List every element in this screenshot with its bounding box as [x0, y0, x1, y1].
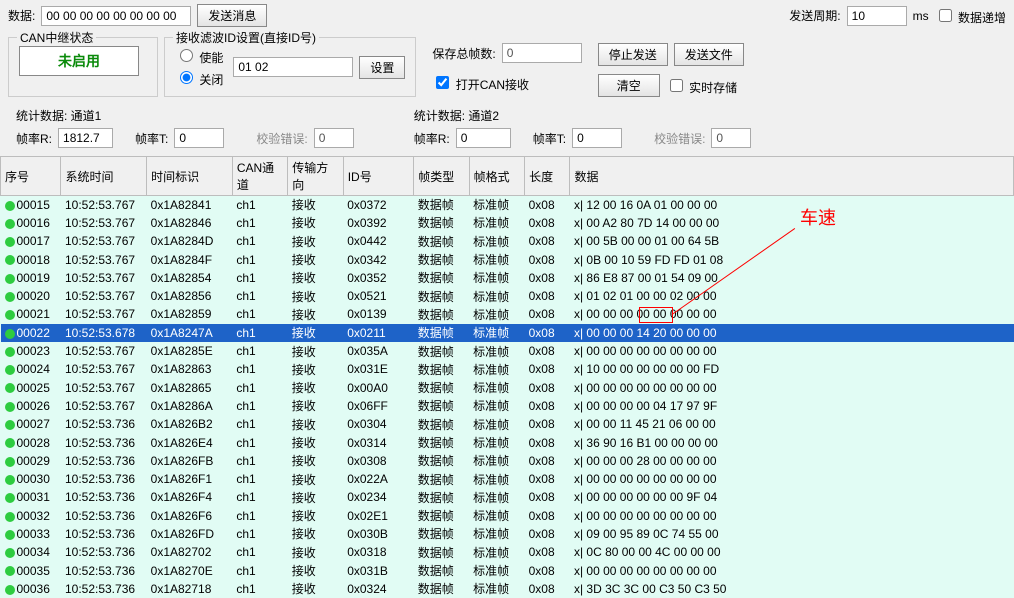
send-msg-button[interactable]: 发送消息 — [197, 4, 267, 27]
table-row[interactable]: 0002910:52:53.7360x1A826FBch1接收0x0308数据帧… — [1, 452, 1014, 470]
table-row[interactable]: 0002210:52:53.6780x1A8247Ach1接收0x0211数据帧… — [1, 324, 1014, 342]
table-row[interactable]: 0003010:52:53.7360x1A826F1ch1接收0x022A数据帧… — [1, 470, 1014, 488]
col-header[interactable]: 序号 — [1, 157, 61, 196]
table-row[interactable]: 0002510:52:53.7670x1A82865ch1接收0x00A0数据帧… — [1, 378, 1014, 396]
col-header[interactable]: ID号 — [343, 157, 414, 196]
col-header[interactable]: 时间标识 — [147, 157, 233, 196]
stats2-title: 统计数据: 通道2 — [414, 107, 752, 128]
table-row[interactable]: 0001810:52:53.7670x1A8284Fch1接收0x0342数据帧… — [1, 250, 1014, 268]
realtime-checkbox[interactable]: 实时存储 — [666, 76, 737, 96]
period-label: 发送周期: — [789, 7, 840, 24]
period-input[interactable] — [847, 6, 907, 26]
save-total-value — [502, 43, 582, 63]
send-file-button[interactable]: 发送文件 — [674, 43, 744, 66]
frame-table[interactable]: 序号系统时间时间标识CAN通道传输方向ID号帧类型帧格式长度数据 0001510… — [0, 156, 1014, 598]
col-header[interactable]: 帧格式 — [469, 157, 524, 196]
col-header[interactable]: 数据 — [570, 157, 1014, 196]
stats2-rate-t[interactable] — [572, 128, 622, 148]
table-row[interactable]: 0002810:52:53.7360x1A826E4ch1接收0x0314数据帧… — [1, 433, 1014, 451]
stop-send-button[interactable]: 停止发送 — [598, 43, 668, 66]
stats1-rate-r[interactable] — [58, 128, 113, 148]
table-row[interactable]: 0002610:52:53.7670x1A8286Ach1接收0x06FF数据帧… — [1, 397, 1014, 415]
filter-enable-radio[interactable]: 使能 — [175, 46, 223, 66]
stats1-chk — [314, 128, 354, 148]
table-row[interactable]: 0002110:52:53.7670x1A82859ch1接收0x0139数据帧… — [1, 305, 1014, 323]
ms-label: ms — [913, 9, 929, 23]
data-input[interactable] — [41, 6, 191, 26]
stats1-title: 统计数据: 通道1 — [16, 107, 354, 128]
clear-button[interactable]: 清空 — [598, 74, 660, 97]
table-row[interactable]: 0001910:52:53.7670x1A82854ch1接收0x0352数据帧… — [1, 269, 1014, 287]
table-row[interactable]: 0001610:52:53.7670x1A82846ch1接收0x0392数据帧… — [1, 214, 1014, 232]
filter-title: 接收滤波ID设置(直接ID号) — [173, 29, 319, 46]
table-row[interactable]: 0003510:52:53.7360x1A8270Ech1接收0x031B数据帧… — [1, 561, 1014, 579]
open-can-checkbox[interactable]: 打开CAN接收 — [432, 73, 529, 93]
table-row[interactable]: 0003210:52:53.7360x1A826F6ch1接收0x02E1数据帧… — [1, 507, 1014, 525]
col-header[interactable]: 系统时间 — [61, 157, 147, 196]
auto-inc-checkbox[interactable]: 数据递增 — [935, 6, 1006, 26]
table-row[interactable]: 0002010:52:53.7670x1A82856ch1接收0x0521数据帧… — [1, 287, 1014, 305]
save-total-label: 保存总帧数: — [432, 45, 495, 62]
table-row[interactable]: 0002410:52:53.7670x1A82863ch1接收0x031E数据帧… — [1, 360, 1014, 378]
table-row[interactable]: 0003410:52:53.7360x1A82702ch1接收0x0318数据帧… — [1, 543, 1014, 561]
col-header[interactable]: 帧类型 — [414, 157, 469, 196]
table-row[interactable]: 0002710:52:53.7360x1A826B2ch1接收0x0304数据帧… — [1, 415, 1014, 433]
col-header[interactable]: 长度 — [525, 157, 570, 196]
table-row[interactable]: 0003110:52:53.7360x1A826F4ch1接收0x0234数据帧… — [1, 488, 1014, 506]
table-row[interactable]: 0001710:52:53.7670x1A8284Dch1接收0x0442数据帧… — [1, 232, 1014, 250]
table-row[interactable]: 0003310:52:53.7360x1A826FDch1接收0x030B数据帧… — [1, 525, 1014, 543]
table-row[interactable]: 0002310:52:53.7670x1A8285Ech1接收0x035A数据帧… — [1, 342, 1014, 360]
filter-close-radio[interactable]: 关闭 — [175, 68, 223, 88]
relay-title: CAN中继状态 — [17, 29, 96, 46]
stats1-rate-t[interactable] — [174, 128, 224, 148]
col-header[interactable]: CAN通道 — [232, 157, 287, 196]
table-row[interactable]: 0001510:52:53.7670x1A82841ch1接收0x0372数据帧… — [1, 196, 1014, 214]
col-header[interactable]: 传输方向 — [288, 157, 343, 196]
table-row[interactable]: 0003610:52:53.7360x1A82718ch1接收0x0324数据帧… — [1, 580, 1014, 598]
filter-set-button[interactable]: 设置 — [359, 56, 405, 79]
relay-not-enabled-button[interactable]: 未启用 — [19, 46, 139, 76]
stats2-chk — [711, 128, 751, 148]
stats2-rate-r[interactable] — [456, 128, 511, 148]
filter-id-input[interactable] — [233, 57, 353, 77]
data-label: 数据: — [8, 7, 35, 24]
